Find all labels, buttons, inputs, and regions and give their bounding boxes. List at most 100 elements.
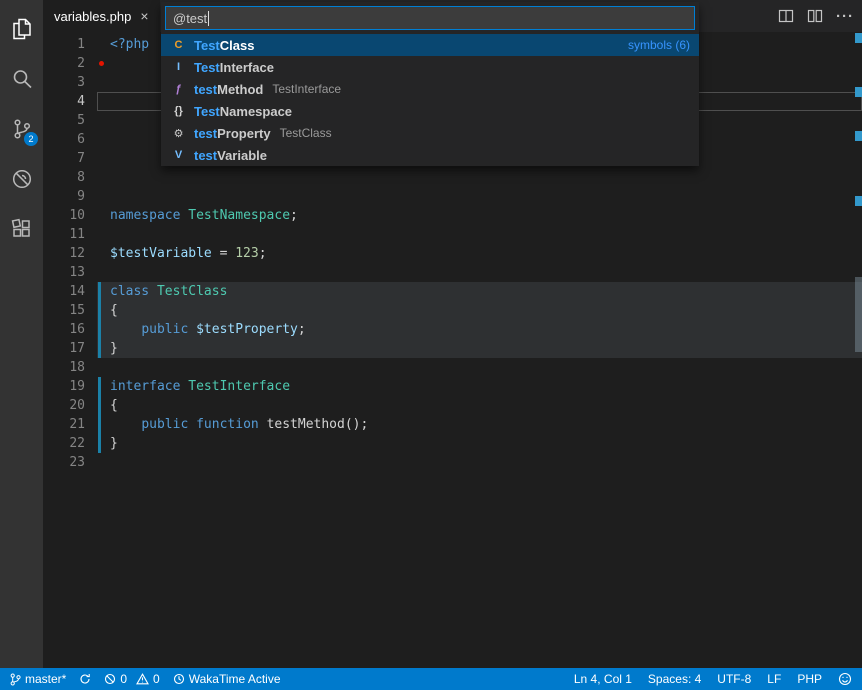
code-line-10[interactable]: 10 namespace TestNamespace; <box>43 206 862 225</box>
code-text <box>106 358 110 377</box>
search-icon <box>9 66 35 92</box>
quick-open-widget: @test CTestClasssymbols (6)ITestInterfac… <box>161 2 699 166</box>
symbol-label: testMethod <box>194 82 263 97</box>
code-text: public function testMethod(); <box>106 415 368 434</box>
code-text: <?php <box>106 35 149 54</box>
code-text: namespace TestNamespace; <box>106 206 298 225</box>
code-line-19[interactable]: 19interface TestInterface <box>43 377 862 396</box>
method-symbol-icon: ƒ <box>170 83 187 95</box>
encoding-status[interactable]: UTF-8 <box>717 672 751 686</box>
error-marker <box>97 54 106 73</box>
quick-open-item-testproperty[interactable]: ⚙testPropertyTestClass <box>161 122 699 144</box>
git-gutter-indicator <box>97 434 106 453</box>
gutter-decoration <box>97 244 106 263</box>
editor-layout-icon[interactable] <box>807 8 823 24</box>
problems-status[interactable]: 0 0 <box>104 672 159 686</box>
sidebar-item-extensions[interactable] <box>0 204 43 254</box>
quick-open-item-testinterface[interactable]: ITestInterface <box>161 56 699 78</box>
code-text <box>106 225 110 244</box>
eol-status[interactable]: LF <box>767 672 781 686</box>
language-mode-status[interactable]: PHP <box>797 672 822 686</box>
close-icon[interactable]: × <box>140 9 148 23</box>
warning-icon <box>136 673 149 685</box>
cursor-position[interactable]: Ln 4, Col 1 <box>574 672 632 686</box>
code-text <box>106 263 110 282</box>
code-line-21[interactable]: 21 public function testMethod(); <box>43 415 862 434</box>
quick-open-item-testnamespace[interactable]: {} TestNamespace <box>161 100 699 122</box>
quick-open-item-testclass[interactable]: CTestClasssymbols (6) <box>161 34 699 56</box>
warning-count: 0 <box>153 672 160 686</box>
gutter-decoration <box>97 35 106 54</box>
wakatime-label: WakaTime Active <box>189 672 281 686</box>
code-line-17[interactable]: 17} <box>43 339 862 358</box>
quick-open-item-testvariable[interactable]: VtestVariable <box>161 144 699 166</box>
gutter-decoration <box>97 263 106 282</box>
sidebar-item-explorer[interactable] <box>0 4 43 54</box>
code-line-13[interactable]: 13 <box>43 263 862 282</box>
symbol-label: testVariable <box>194 148 267 163</box>
overview-ruler-band <box>855 277 862 352</box>
indentation-status[interactable]: Spaces: 4 <box>648 672 701 686</box>
indentation-label: Spaces: 4 <box>648 672 701 686</box>
line-number: 3 <box>43 73 97 92</box>
code-line-20[interactable]: 20{ <box>43 396 862 415</box>
sync-button[interactable] <box>79 673 91 685</box>
git-gutter-indicator <box>97 282 106 301</box>
editor-actions: ··· <box>778 0 854 32</box>
gutter-decoration <box>97 92 106 111</box>
code-line-16[interactable]: 16 public $testProperty; <box>43 320 862 339</box>
overview-ruler-mark <box>855 87 862 97</box>
extensions-icon <box>9 216 35 242</box>
split-editor-icon[interactable] <box>778 8 794 24</box>
gutter-decoration <box>97 453 106 472</box>
line-number: 23 <box>43 453 97 472</box>
variable-symbol-icon: V <box>170 149 187 161</box>
sidebar-item-search[interactable] <box>0 54 43 104</box>
git-branch-status[interactable]: master* <box>10 672 66 686</box>
code-text <box>106 149 110 168</box>
sidebar-item-source-control[interactable]: 2 <box>0 104 43 154</box>
gutter-decoration <box>97 206 106 225</box>
code-line-15[interactable]: 15{ <box>43 301 862 320</box>
symbol-label: TestNamespace <box>194 104 292 119</box>
overview-ruler[interactable] <box>855 32 862 668</box>
symbol-detail: TestInterface <box>272 82 341 96</box>
files-icon <box>9 16 35 42</box>
code-text <box>106 187 110 206</box>
line-number: 8 <box>43 168 97 187</box>
quick-open-item-testmethod[interactable]: ƒ testMethod TestInterface <box>161 78 699 100</box>
code-text: } <box>106 339 118 358</box>
branch-name: master* <box>25 672 66 686</box>
code-line-22[interactable]: 22} <box>43 434 862 453</box>
code-text <box>106 453 110 472</box>
wakatime-status[interactable]: WakaTime Active <box>173 672 281 686</box>
encoding-label: UTF-8 <box>717 672 751 686</box>
quick-open-list: CTestClasssymbols (6)ITestInterfaceƒtest… <box>161 34 699 166</box>
code-text: { <box>106 301 118 320</box>
debug-icon <box>9 166 35 192</box>
code-line-8[interactable]: 8 <box>43 168 862 187</box>
line-number: 13 <box>43 263 97 282</box>
symbol-label: TestClass <box>194 38 254 53</box>
code-line-11[interactable]: 11 <box>43 225 862 244</box>
code-line-14[interactable]: 14class TestClass <box>43 282 862 301</box>
code-line-23[interactable]: 23 <box>43 453 862 472</box>
feedback-button[interactable] <box>838 672 852 686</box>
gutter-decoration <box>97 130 106 149</box>
line-number: 10 <box>43 206 97 225</box>
line-number: 19 <box>43 377 97 396</box>
code-line-12[interactable]: 12$testVariable = 123; <box>43 244 862 263</box>
activity-bar: 2 <box>0 0 43 668</box>
tab-variables-php[interactable]: variables.php × <box>43 0 160 32</box>
more-actions-icon[interactable]: ··· <box>836 8 854 25</box>
line-number: 17 <box>43 339 97 358</box>
quick-open-input[interactable]: @test <box>165 6 695 30</box>
code-line-9[interactable]: 9 <box>43 187 862 206</box>
quick-open-input-value: @test <box>173 11 207 26</box>
sidebar-item-debug[interactable] <box>0 154 43 204</box>
gutter-decoration <box>97 225 106 244</box>
symbol-label: testProperty <box>194 126 271 141</box>
code-line-18[interactable]: 18 <box>43 358 862 377</box>
interface-symbol-icon: I <box>170 61 187 73</box>
namespace-symbol-icon: {} <box>170 105 187 117</box>
